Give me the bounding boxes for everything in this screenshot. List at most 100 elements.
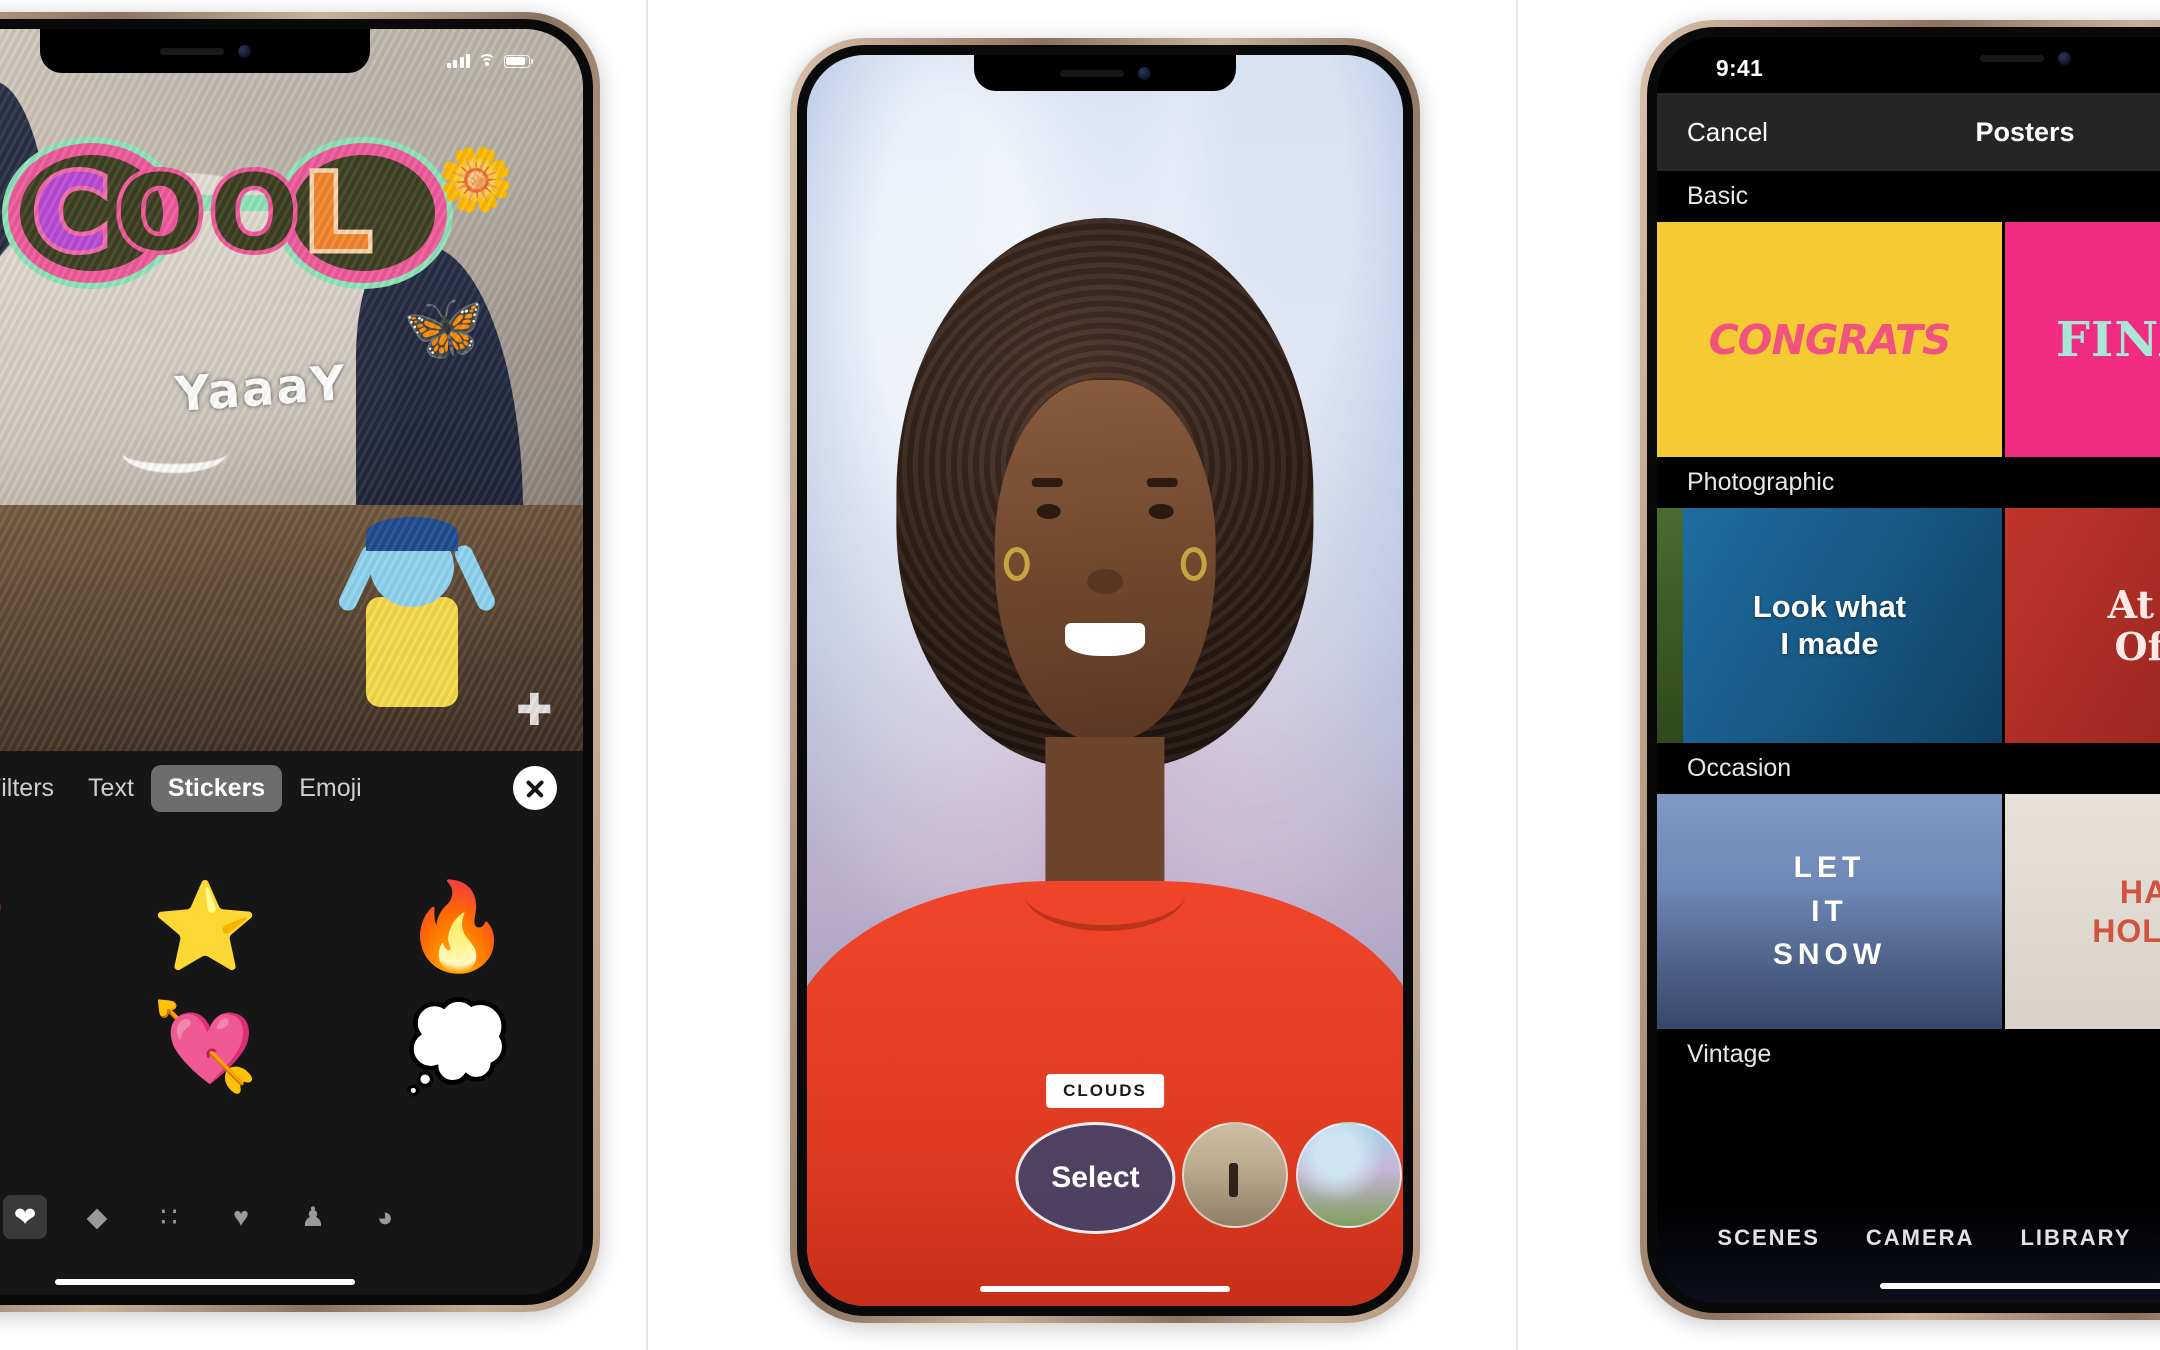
phone-3-device: 9:41 Cancel Posters Basic CONGRATS FIN P… [1640,20,2160,1320]
cool-text-sticker[interactable]: C O O L [0,130,545,296]
flower-sticker[interactable]: 🌼 [438,144,515,217]
yaaay-text-sticker[interactable]: YaaaY [173,355,349,423]
cool-letter-2: O [111,152,211,274]
photo-canvas[interactable]: C O O L ❤ ❤ 🌼 🦋 YaaaY [0,29,583,751]
subject-nose [1087,568,1123,595]
subject-hair [0,76,106,638]
poster-card-congrats[interactable]: CONGRATS [1657,222,2002,457]
poster-row-basic: CONGRATS FINALLY [1657,222,2160,457]
posters-nav-bar: Cancel Posters [1657,93,2160,171]
cool-letter-1: C [29,152,116,274]
home-indicator[interactable] [1880,1283,2160,1289]
tab-stickers[interactable]: Stickers [150,764,283,812]
panel-divider-1 [646,0,648,1350]
poster-card-label: FINALLY [2055,311,2160,368]
subject-smile [122,433,228,474]
poster-card-let-it-snow[interactable]: LET IT SNOW [1657,794,2002,1029]
tab-emoji[interactable]: Emoji [282,765,379,812]
subject-brow-right [1146,478,1178,487]
dots-category-icon[interactable]: ∷ [147,1195,191,1239]
joy-character-sticker[interactable] [336,517,499,708]
home-indicator[interactable] [980,1286,1230,1292]
heart-with-arrow-emoji[interactable]: 💘 [151,1004,258,1090]
poster-card-at-the-office[interactable]: At The Office [2005,508,2160,743]
light-bulb-emoji[interactable]: 💡 [0,1004,7,1090]
section-header-basic: Basic [1687,182,1749,210]
notch [974,55,1236,91]
poster-card-look-what-i-made[interactable]: Look what I made [1657,508,2002,743]
phone-1-status-bar: 9:41 [0,29,583,79]
scene-name-chip: CLOUDS [1046,1074,1164,1108]
red-heart-emoji[interactable]: ❤️ [0,884,7,970]
status-indicators [446,54,534,68]
tab-filters[interactable]: Filters [0,765,71,812]
phone-2-bezel: CLOUDS Select [797,45,1413,1316]
shapes-category-icon[interactable]: ◆ [75,1195,119,1239]
fire-emoji[interactable]: 🔥 [403,884,510,970]
phone-1-bezel: 9:41 [0,19,593,1305]
earring-right [1180,547,1207,582]
poster-row-occasion: LET IT SNOW HAPPY HOLIDAYS [1657,794,2160,1029]
subject-smile [1065,623,1145,656]
sticker-category-bar: ❤ ◆ ∷ ♥ ♟ ◕ [0,1195,583,1239]
tab-scenes[interactable]: SCENES [1717,1225,1819,1251]
cellular-bars-icon [446,54,471,68]
cool-letter-4: L [300,152,377,274]
poster-card-finally[interactable]: FINALLY [2005,222,2160,457]
phone-1-screen: 9:41 [0,29,583,1295]
subject-face [0,173,394,621]
moon-category-icon[interactable]: ◕ [363,1195,407,1239]
tab-library[interactable]: LIBRARY [2020,1225,2131,1251]
phone-2-screen: CLOUDS Select [807,55,1403,1306]
hearts-category-icon[interactable]: ♥ [219,1195,263,1239]
tab-text[interactable]: Text [71,765,151,812]
subject-face [994,380,1216,744]
phone-3-bezel: 9:41 Cancel Posters Basic CONGRATS FIN P… [1647,27,2160,1313]
sunglasses-sticker[interactable] [8,137,447,289]
sparkle-sticker[interactable]: ✚ [516,685,553,736]
close-icon[interactable] [513,766,557,811]
star-emoji[interactable]: ⭐ [151,884,258,970]
phone-2-device: CLOUDS Select [790,38,1420,1323]
page-title: Posters [1975,116,2075,147]
poster-row-photographic: Look what I made At The Office [1657,508,2160,743]
poster-card-happy-holidays[interactable]: HAPPY HOLIDAYS [2005,794,2160,1029]
emoji-sticker-grid: ❤️ ⭐ 🔥 💡 💘 💭 [0,858,583,1090]
cancel-button[interactable]: Cancel [1687,117,1768,148]
emoji-stickers-section-title: MOJI STICKERS [0,820,583,858]
butterfly-sticker[interactable]: 🦋 [403,289,485,367]
section-header-vintage: Vintage [1687,1040,1772,1068]
balloon-scene-thumbnail[interactable] [1295,1122,1402,1228]
subject-eye-right [1149,503,1174,519]
sunglasses-lens-left [8,143,176,283]
poster-card-label: At The Office [2107,581,2160,669]
cool-letter-3: O [205,152,305,274]
sunglasses-bridge [179,194,276,212]
phone-3-status-bar: 9:41 [1657,37,2160,85]
favorites-category-icon[interactable]: ❤ [3,1195,47,1239]
poster-card-label: CONGRATS [1708,315,1952,364]
figures-category-icon[interactable]: ♟ [291,1195,335,1239]
shirt-collar [1024,856,1186,931]
tab-camera[interactable]: CAMERA [1866,1225,1975,1251]
wifi-icon [478,54,497,68]
thought-balloon-emoji[interactable]: 💭 [403,1004,510,1090]
status-time: 9:41 [1715,54,1764,81]
desert-scene-thumbnail[interactable] [1182,1122,1289,1228]
section-header-photographic: Photographic [1687,468,1835,496]
camera-preview[interactable] [807,55,1403,1306]
posters-list[interactable]: Basic CONGRATS FINALLY Photographic Look… [1657,171,2160,1203]
sunglasses-lens-right [280,143,447,283]
sticker-panel: Animoji Filters Text Stickers Emoji MOJI… [0,750,583,1295]
phone-3-screen: 9:41 Cancel Posters Basic CONGRATS FIN P… [1657,37,2160,1303]
poster-card-label: LET IT SNOW [1772,851,1887,972]
speaker-icon [1059,69,1124,77]
mickey-mouse-sticker[interactable] [0,525,12,715]
home-indicator[interactable] [55,1279,355,1285]
poster-card-label: HAPPY HOLIDAYS [2092,874,2160,949]
screenshot-root: 9:41 [0,0,2160,1350]
subject-hair-right [356,245,523,693]
front-camera-icon [1137,66,1151,80]
section-header-occasion: Occasion [1687,754,1792,782]
select-button[interactable]: Select [1015,1122,1176,1234]
